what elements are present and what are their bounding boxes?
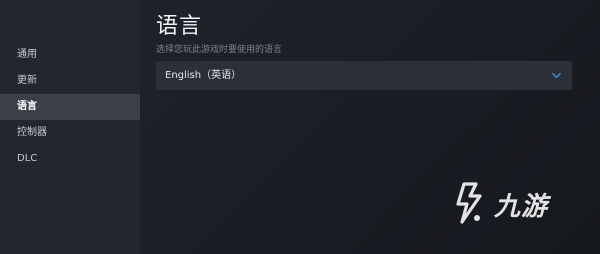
main-panel: 语言 选择您玩此游戏时要使用的语言 English（英语） 九游	[140, 0, 600, 254]
sidebar-item-language[interactable]: 语言	[0, 94, 140, 120]
sidebar-item-updates[interactable]: 更新	[0, 68, 140, 94]
language-description: 选择您玩此游戏时要使用的语言	[156, 45, 283, 55]
chevron-down-icon	[552, 72, 561, 79]
page-title: 语言	[156, 14, 203, 39]
language-dropdown[interactable]: English（英语）	[156, 61, 572, 90]
watermark-text: 九游	[494, 192, 549, 222]
sidebar-item-dlc[interactable]: DLC	[0, 146, 140, 172]
sidebar-item-general[interactable]: 通用	[0, 42, 140, 68]
sidebar: 通用 更新 语言 控制器 DLC	[0, 0, 140, 254]
sidebar-item-controller[interactable]: 控制器	[0, 120, 140, 146]
jiuyou-logo-icon	[456, 182, 482, 224]
watermark: 九游	[450, 178, 574, 228]
game-properties-window: 通用 更新 语言 控制器 DLC 语言 选择您玩此游戏时要使用的语言 Engli…	[0, 0, 600, 254]
language-dropdown-value: English（英语）	[165, 70, 242, 81]
